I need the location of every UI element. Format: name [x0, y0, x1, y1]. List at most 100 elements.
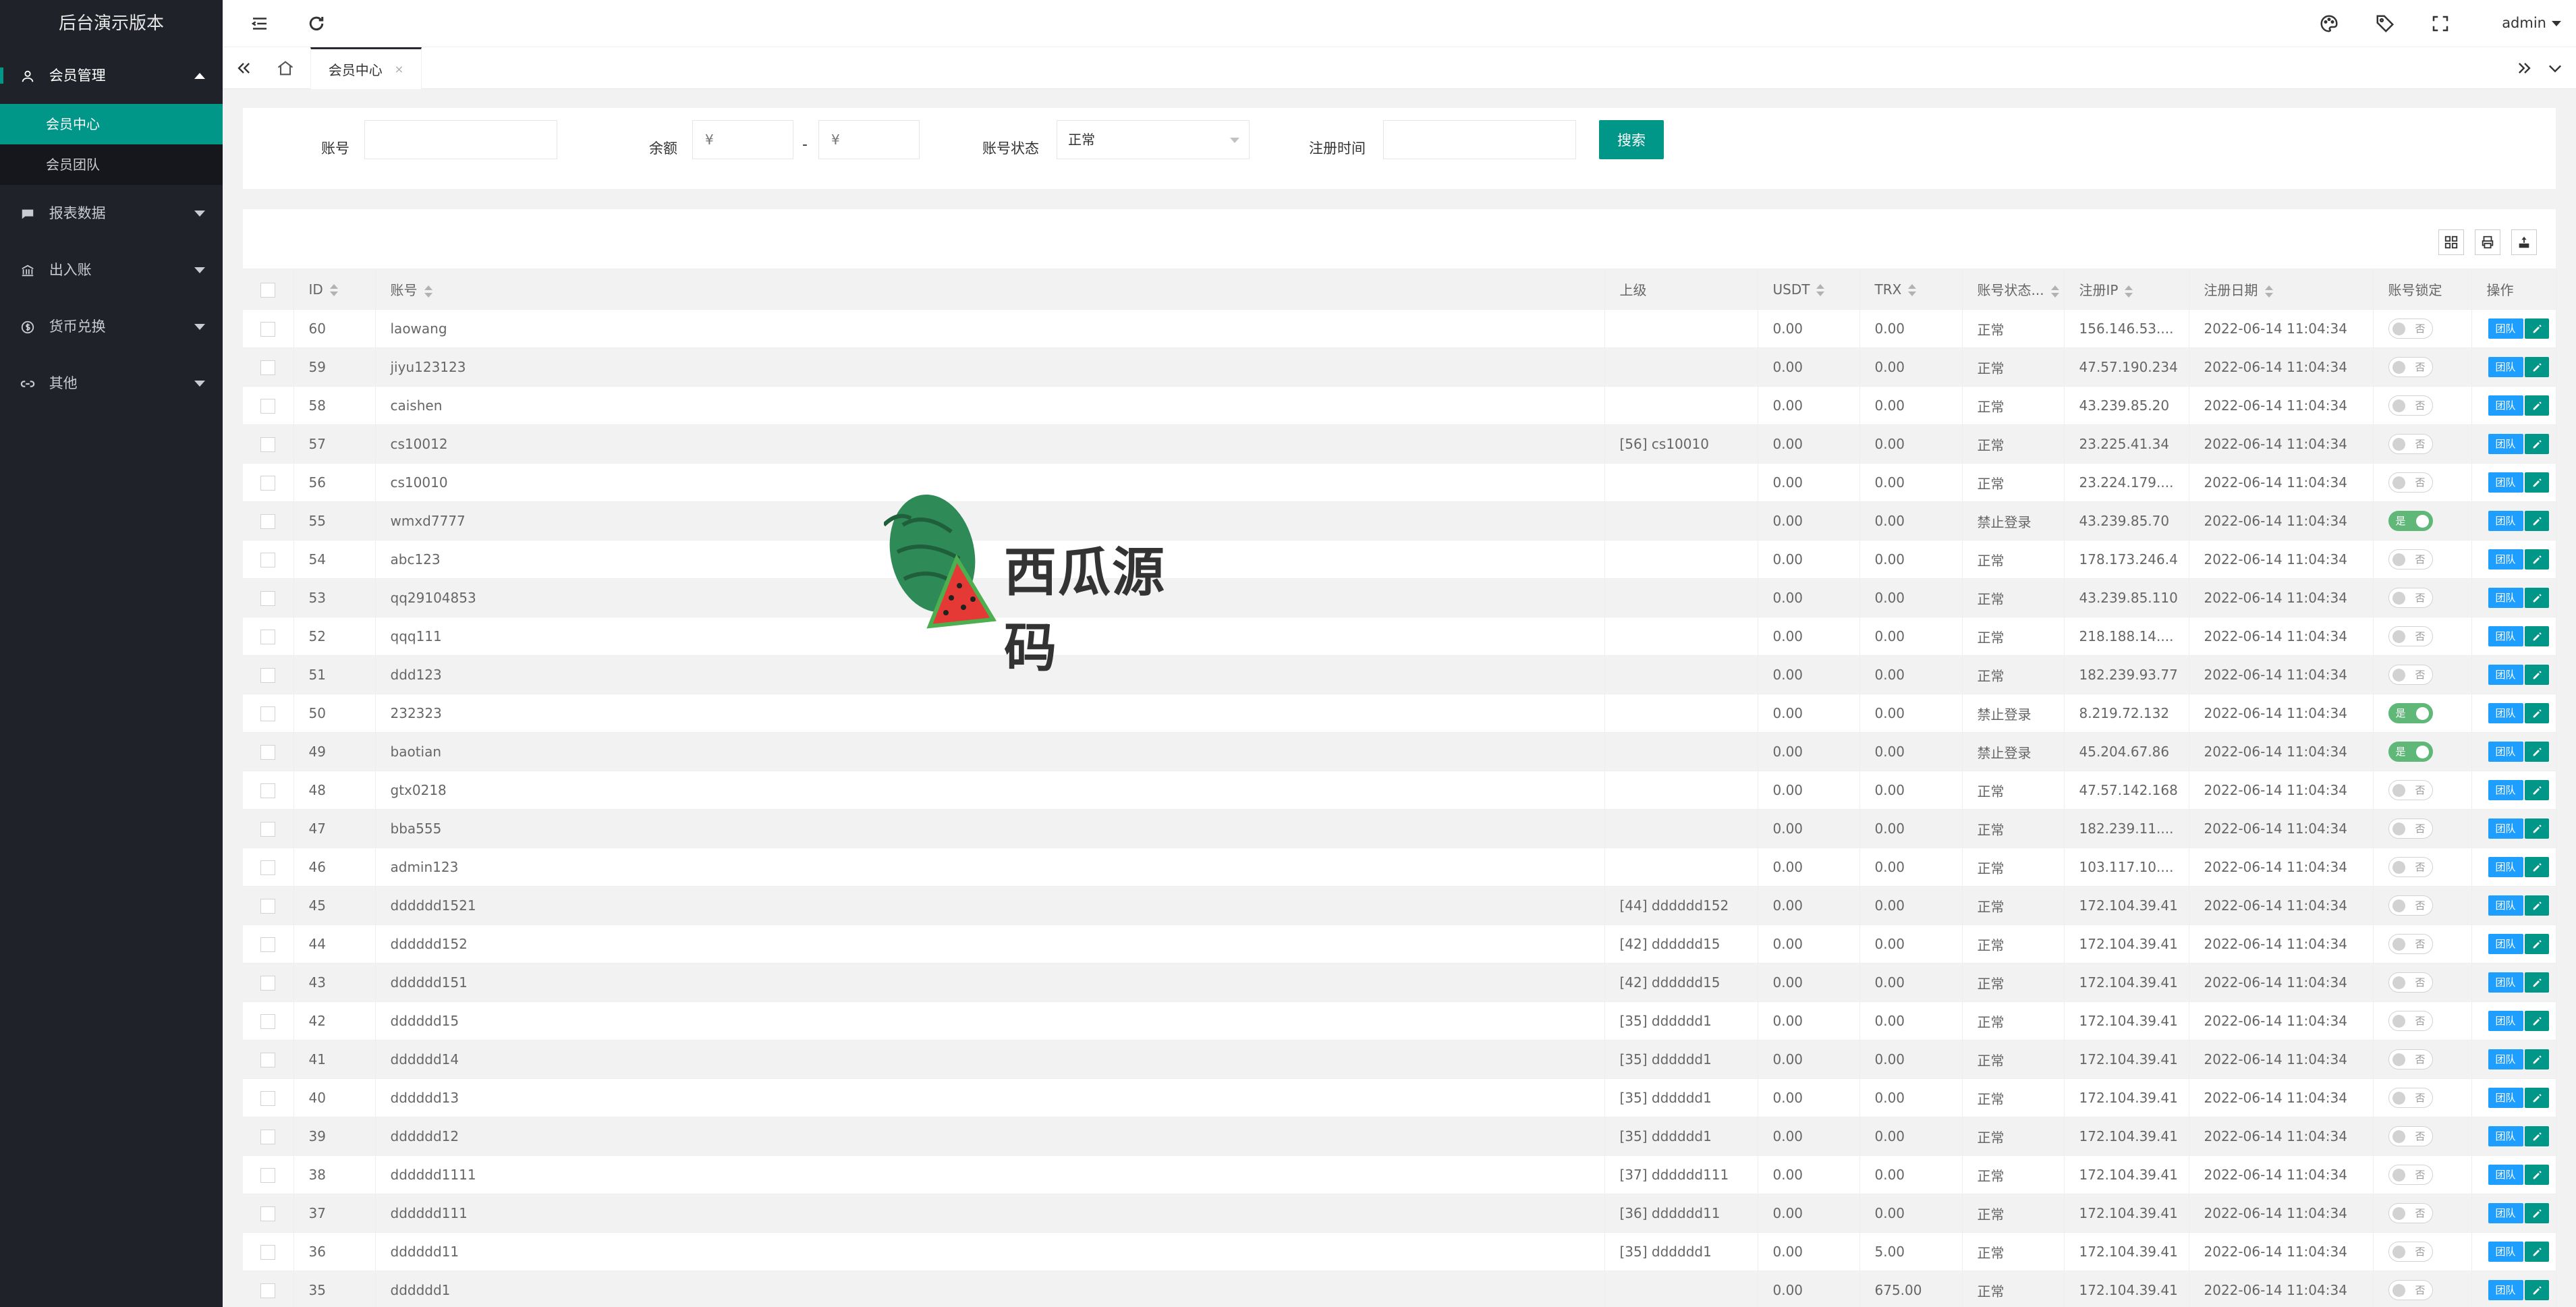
- row-checkbox[interactable]: [260, 514, 276, 530]
- row-checkbox[interactable]: [260, 668, 276, 684]
- lock-toggle[interactable]: 否: [2388, 395, 2433, 416]
- lock-toggle[interactable]: 否: [2388, 549, 2433, 569]
- row-checkbox[interactable]: [260, 706, 276, 722]
- team-button[interactable]: 团队: [2488, 357, 2523, 377]
- sidebar-item-currency-exchange[interactable]: 货币兑换: [0, 298, 223, 355]
- team-button[interactable]: 团队: [2488, 780, 2523, 800]
- edit-button[interactable]: [2524, 857, 2549, 877]
- team-button[interactable]: 团队: [2488, 665, 2523, 685]
- column-header-usdt[interactable]: USDT: [1758, 269, 1860, 310]
- menu-collapse-icon[interactable]: [250, 13, 270, 34]
- edit-button[interactable]: [2524, 934, 2549, 954]
- row-checkbox[interactable]: [260, 1014, 276, 1030]
- row-checkbox[interactable]: [260, 860, 276, 876]
- sort-icon[interactable]: [329, 284, 338, 296]
- lock-toggle[interactable]: 否: [2388, 780, 2433, 800]
- lock-toggle[interactable]: 是: [2388, 742, 2433, 762]
- row-checkbox[interactable]: [260, 476, 276, 491]
- sidebar-item-report-data[interactable]: 报表数据: [0, 185, 223, 242]
- team-button[interactable]: 团队: [2488, 318, 2523, 339]
- account-input[interactable]: [364, 120, 557, 159]
- column-header-reg-ip[interactable]: 注册IP: [2064, 269, 2189, 310]
- edit-button[interactable]: [2524, 1242, 2549, 1262]
- team-button[interactable]: 团队: [2488, 1126, 2523, 1146]
- sort-icon[interactable]: [2264, 285, 2273, 298]
- scroll-tabs-left-button[interactable]: [223, 47, 264, 89]
- edit-button[interactable]: [2524, 742, 2549, 762]
- columns-filter-icon[interactable]: [2438, 229, 2464, 255]
- team-button[interactable]: 团队: [2488, 434, 2523, 454]
- row-checkbox[interactable]: [260, 976, 276, 991]
- row-checkbox[interactable]: [260, 1053, 276, 1068]
- team-button[interactable]: 团队: [2488, 1165, 2523, 1185]
- row-checkbox[interactable]: [260, 437, 276, 453]
- tab-member-center[interactable]: 会员中心 ×: [310, 47, 422, 89]
- lock-toggle[interactable]: 否: [2388, 626, 2433, 646]
- lock-toggle[interactable]: 否: [2388, 1088, 2433, 1108]
- column-header-trx[interactable]: TRX: [1859, 269, 1963, 310]
- row-checkbox[interactable]: [260, 630, 276, 645]
- column-header-status[interactable]: 账号状态...: [1962, 269, 2065, 310]
- sort-icon[interactable]: [1816, 284, 1825, 296]
- lock-toggle[interactable]: 否: [2388, 1242, 2433, 1262]
- edit-button[interactable]: [2524, 818, 2549, 839]
- edit-button[interactable]: [2524, 1011, 2549, 1031]
- lock-toggle[interactable]: 否: [2388, 1165, 2433, 1185]
- team-button[interactable]: 团队: [2488, 395, 2523, 416]
- lock-toggle[interactable]: 否: [2388, 972, 2433, 993]
- lock-toggle[interactable]: 否: [2388, 818, 2433, 839]
- team-button[interactable]: 团队: [2488, 1203, 2523, 1223]
- team-button[interactable]: 团队: [2488, 1242, 2523, 1262]
- user-menu[interactable]: admin: [2502, 15, 2546, 31]
- edit-button[interactable]: [2524, 1049, 2549, 1069]
- regtime-input[interactable]: [1383, 120, 1576, 159]
- lock-toggle[interactable]: 否: [2388, 857, 2433, 877]
- row-checkbox[interactable]: [260, 822, 276, 837]
- row-checkbox[interactable]: [260, 783, 276, 799]
- theme-icon[interactable]: [2319, 13, 2339, 34]
- lock-toggle[interactable]: 否: [2388, 588, 2433, 608]
- edit-button[interactable]: [2524, 1165, 2549, 1185]
- lock-toggle[interactable]: 否: [2388, 1280, 2433, 1300]
- team-button[interactable]: 团队: [2488, 703, 2523, 723]
- row-checkbox[interactable]: [260, 1283, 276, 1299]
- edit-button[interactable]: [2524, 357, 2549, 377]
- team-button[interactable]: 团队: [2488, 1280, 2523, 1300]
- row-checkbox[interactable]: [260, 360, 276, 376]
- row-checkbox[interactable]: [260, 399, 276, 414]
- team-button[interactable]: 团队: [2488, 934, 2523, 954]
- lock-toggle[interactable]: 否: [2388, 318, 2433, 339]
- row-checkbox[interactable]: [260, 745, 276, 760]
- lock-toggle[interactable]: 否: [2388, 434, 2433, 454]
- sort-icon[interactable]: [2125, 285, 2133, 298]
- column-header-account[interactable]: 账号: [375, 269, 1605, 310]
- sidebar-item-other[interactable]: 其他: [0, 355, 223, 412]
- sidebar-subitem-member-center[interactable]: 会员中心: [0, 104, 223, 144]
- edit-button[interactable]: [2524, 1088, 2549, 1108]
- sort-icon[interactable]: [424, 285, 432, 298]
- row-checkbox[interactable]: [260, 1091, 276, 1107]
- team-button[interactable]: 团队: [2488, 472, 2523, 493]
- home-tab[interactable]: [264, 47, 306, 89]
- edit-button[interactable]: [2524, 972, 2549, 993]
- lock-toggle[interactable]: 是: [2388, 511, 2433, 531]
- edit-button[interactable]: [2524, 511, 2549, 531]
- sort-icon[interactable]: [1908, 284, 1917, 296]
- lock-toggle[interactable]: 否: [2388, 1126, 2433, 1146]
- lock-toggle[interactable]: 否: [2388, 357, 2433, 377]
- sidebar-item-transactions[interactable]: 出入账: [0, 242, 223, 298]
- column-header-reg-date[interactable]: 注册日期: [2189, 269, 2374, 310]
- sidebar-subitem-member-team[interactable]: 会员团队: [0, 144, 223, 185]
- fullscreen-icon[interactable]: [2430, 13, 2451, 34]
- lock-toggle[interactable]: 否: [2388, 1011, 2433, 1031]
- row-checkbox[interactable]: [260, 1245, 276, 1260]
- row-checkbox[interactable]: [260, 937, 276, 953]
- team-button[interactable]: 团队: [2488, 626, 2523, 646]
- team-button[interactable]: 团队: [2488, 857, 2523, 877]
- tag-icon[interactable]: [2375, 13, 2395, 34]
- team-button[interactable]: 团队: [2488, 511, 2523, 531]
- team-button[interactable]: 团队: [2488, 1049, 2523, 1069]
- sort-icon[interactable]: [2050, 285, 2059, 298]
- lock-toggle[interactable]: 是: [2388, 703, 2433, 723]
- edit-button[interactable]: [2524, 472, 2549, 493]
